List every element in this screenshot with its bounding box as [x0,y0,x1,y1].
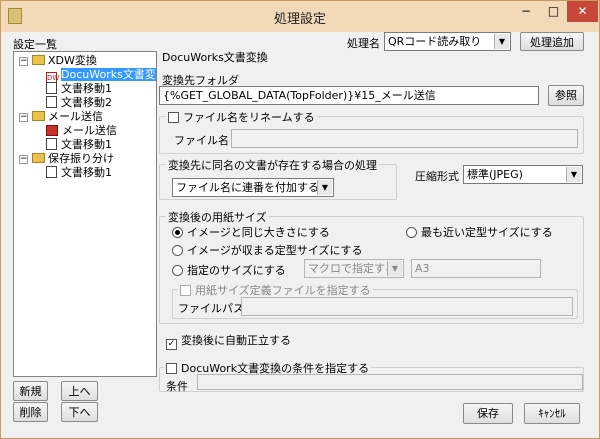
compression-label: 圧縮形式 [415,170,459,183]
folder-icon [32,153,45,163]
window-title: 処理設定 [273,12,326,27]
file-name-label: ファイル名 [174,134,229,147]
auto-upright-checkbox[interactable]: ✓ 変換後に自動正立する [166,332,291,350]
radio-icon [406,227,417,238]
settings-tree[interactable]: − XDW変換 DW DocuWorks文書変 文書移動1 文書移動2 − メール… [13,51,157,377]
document-icon [46,82,57,94]
document-icon [46,138,57,150]
folder-icon [32,111,45,121]
browse-button[interactable]: 参照 [548,85,584,106]
maximize-button[interactable]: □ [540,1,567,22]
collapse-toggle-xdw[interactable]: − [19,57,28,66]
chevron-down-icon: ▼ [317,180,332,195]
folder-icon [32,55,45,65]
chevron-down-icon: ▼ [387,261,402,276]
collapse-toggle-mail[interactable]: − [19,113,28,122]
radio-nearest-size[interactable]: 最も近い定型サイズにする [406,224,553,240]
file-name-input[interactable] [231,129,578,148]
delete-button[interactable]: 削除 [13,402,48,422]
tree-node-move2[interactable]: 文書移動2 [46,96,112,110]
rename-checkbox[interactable]: ファイル名をリネームする [166,109,317,125]
up-button[interactable]: 上へ [61,381,98,401]
add-process-button[interactable]: 処理追加 [520,32,584,51]
condition-input[interactable] [197,374,583,390]
tree-node-mail[interactable]: メール送信 [46,124,117,138]
minimize-button[interactable]: − [512,1,540,22]
tree-node-label: DocuWorks文書変 [61,68,156,81]
tree-node-save-move1[interactable]: 文書移動1 [46,166,112,180]
tree-node-xdw[interactable]: XDW変換 [32,54,97,68]
radio-icon [172,227,183,238]
new-button[interactable]: 新規 [13,381,48,401]
tree-node-move1[interactable]: 文書移動1 [46,82,112,96]
cancel-button[interactable]: ｷｬﾝｾﾙ [524,403,580,424]
settings-window: 処理設定 − □ ✕ 設定一覧 − XDW変換 DW DocuWorks文書変 文… [0,0,600,439]
section-title: DocuWorks文書変換 [162,51,268,64]
collapse-toggle-save[interactable]: − [19,155,28,164]
checkbox-icon [168,112,179,123]
settings-list-title: 設定一覧 [13,38,57,51]
radio-icon [172,245,183,256]
document-icon [46,96,57,108]
chevron-down-icon: ▼ [566,167,581,182]
mail-icon [46,125,58,136]
tree-node-docuworks[interactable]: DW DocuWorks文書変 [46,68,156,84]
macro-select[interactable]: マクロで指定する ▼ [304,259,404,278]
close-button[interactable]: ✕ [567,1,598,22]
condition-label: 条件 [166,380,188,393]
size-input[interactable]: A3 [411,259,541,278]
paper-size-label: 変換後の用紙サイズ [166,209,269,225]
title-bar: 処理設定 − □ ✕ [1,1,599,32]
dialog-body: 設定一覧 − XDW変換 DW DocuWorks文書変 文書移動1 文書移動2 … [8,32,593,432]
tree-node-mail-group[interactable]: メール送信 [32,110,103,124]
dest-folder-input[interactable]: {%GET_GLOBAL_DATA(TopFolder)}¥15_メール送信 [159,86,539,105]
radio-icon [172,265,183,276]
document-icon [46,166,57,178]
process-name-label: 処理名 [347,37,380,50]
radio-same-size[interactable]: イメージと同じ大きさにする [172,224,330,240]
radio-fit-size[interactable]: イメージが収まる定型サイズにする [172,242,363,258]
checkmark-icon: ✓ [166,339,177,350]
process-name-select[interactable]: QRコード読み取り ▼ [384,32,511,51]
chevron-down-icon: ▼ [494,34,509,49]
file-path-label: ファイルパス [178,302,244,315]
duplicate-select[interactable]: ファイル名に連番を付加する ▼ [172,178,334,197]
duplicate-label: 変換先に同名の文書が存在する場合の処理 [166,157,379,173]
checkbox-icon [166,363,177,374]
down-button[interactable]: 下へ [61,402,98,422]
tree-node-save-group[interactable]: 保存振り分け [32,152,114,166]
file-path-input[interactable] [241,297,573,316]
radio-specified-size[interactable]: 指定のサイズにする [172,262,286,278]
def-file-checkbox[interactable]: 用紙サイズ定義ファイルを指定する [178,282,373,298]
compression-select[interactable]: 標準(JPEG) ▼ [463,165,583,184]
tree-node-mail-move1[interactable]: 文書移動1 [46,138,112,152]
checkbox-icon [180,285,191,296]
save-button[interactable]: 保存 [463,403,513,424]
